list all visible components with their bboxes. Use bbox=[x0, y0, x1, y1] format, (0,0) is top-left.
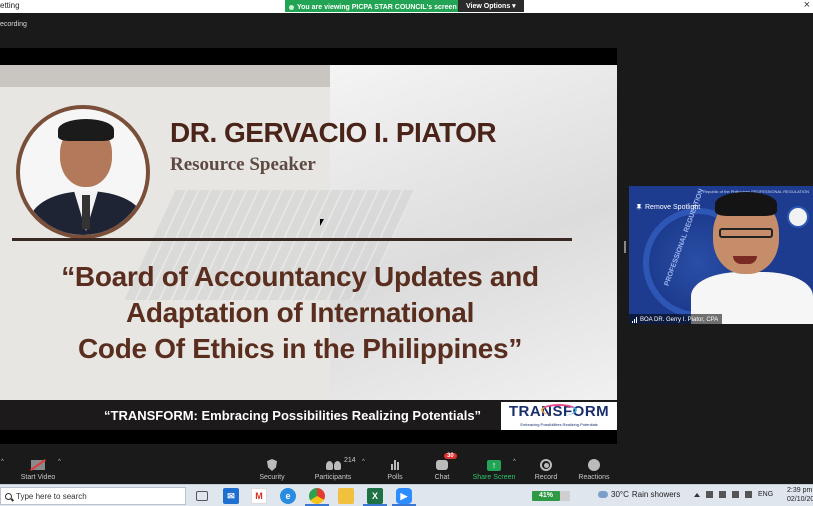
logo-subtitle: Embracing Possibilities Realizing Potent… bbox=[520, 422, 598, 427]
video-off-icon bbox=[31, 460, 45, 470]
remove-spotlight-button[interactable]: Remove Spotlight bbox=[636, 204, 700, 211]
meeting-area: ecording DR. GERVACIO I. PIATOR Resource… bbox=[0, 13, 813, 454]
talk-title-line: Code Of Ethics in the Philippines” bbox=[77, 333, 523, 364]
zoom-icon[interactable]: ▶ bbox=[396, 488, 412, 504]
presentation-slide: DR. GERVACIO I. PIATOR Resource Speaker … bbox=[0, 65, 617, 430]
participants-icon bbox=[325, 460, 341, 470]
participant-hair bbox=[715, 192, 777, 216]
board-badge-icon bbox=[787, 206, 809, 228]
mail-icon[interactable]: ✉ bbox=[223, 488, 239, 504]
spotlight-video-tile[interactable]: PROFESSIONAL REGULATION Republic of the … bbox=[629, 186, 813, 324]
polls-icon bbox=[391, 460, 399, 470]
participants-options-caret[interactable]: ^ bbox=[362, 459, 365, 465]
chat-icon bbox=[436, 460, 448, 470]
recording-indicator: ecording bbox=[0, 21, 27, 28]
panel-resize-handle[interactable] bbox=[624, 241, 626, 253]
taskbar-clock[interactable]: 2:39 pm 02/10/20 bbox=[787, 486, 813, 504]
record-button[interactable]: Record bbox=[530, 454, 562, 484]
volume-icon[interactable] bbox=[745, 491, 752, 498]
pin-icon bbox=[636, 204, 642, 211]
search-placeholder: Type here to search bbox=[16, 491, 87, 501]
talk-title: “Board of Accountancy Updates and Adapta… bbox=[20, 259, 580, 367]
reactions-icon bbox=[588, 459, 600, 471]
screen-share-banner: You are viewing PICPA STAR COUNCIL's scr… bbox=[285, 0, 463, 12]
weather-widget[interactable]: 30°C Rain showers bbox=[598, 490, 680, 499]
excel-icon[interactable]: X bbox=[367, 488, 383, 504]
theme-text: “TRANSFORM: Embracing Possibilities Real… bbox=[104, 408, 482, 423]
security-button[interactable]: Security bbox=[252, 454, 292, 484]
file-explorer-icon[interactable] bbox=[338, 488, 354, 504]
speaker-name: DR. GERVACIO I. PIATOR bbox=[170, 117, 497, 148]
meeting-toolbar: ^ Start Video ^ Security Participants 21… bbox=[0, 453, 813, 484]
portrait-hair bbox=[58, 119, 114, 141]
polls-label: Polls bbox=[387, 474, 403, 481]
clock-time: 2:39 pm bbox=[787, 487, 813, 494]
share-screen-icon: ↑ bbox=[487, 459, 501, 471]
gmail-icon[interactable]: M bbox=[251, 488, 267, 504]
view-options-button[interactable]: View Options ▾ bbox=[458, 0, 524, 12]
taskbar-search-box[interactable]: Type here to search bbox=[0, 487, 186, 505]
participant-name-tag: BOA DR. Gerry I. Piator, CPA bbox=[629, 314, 723, 324]
share-screen-button[interactable]: ↑ Share Screen bbox=[470, 454, 518, 484]
weather-description: Rain showers bbox=[631, 490, 681, 499]
close-icon[interactable]: × bbox=[804, 0, 810, 11]
microphone-icon[interactable] bbox=[706, 491, 713, 498]
shield-icon bbox=[267, 459, 277, 471]
language-indicator[interactable]: ENG bbox=[758, 491, 773, 498]
window-title: etting bbox=[0, 1, 20, 10]
participants-count: 214 bbox=[344, 457, 356, 464]
record-label: Record bbox=[534, 474, 558, 481]
clock-date: 02/10/20 bbox=[787, 496, 813, 503]
rain-icon bbox=[598, 491, 608, 498]
talk-title-line: “Board of Accountancy Updates and bbox=[61, 261, 539, 292]
record-icon bbox=[540, 459, 552, 471]
reactions-label: Reactions bbox=[578, 474, 610, 481]
network-icon[interactable] bbox=[732, 491, 739, 498]
participants-label: Participants bbox=[314, 474, 352, 481]
polls-button[interactable]: Polls bbox=[380, 454, 410, 484]
windows-taskbar: Type here to search ✉ M e X ▶ 41% 30°C R… bbox=[0, 484, 813, 506]
reactions-button[interactable]: Reactions bbox=[574, 454, 614, 484]
shared-screen: DR. GERVACIO I. PIATOR Resource Speaker … bbox=[0, 48, 617, 444]
chat-label: Chat bbox=[434, 474, 450, 481]
share-options-caret[interactable]: ^ bbox=[513, 459, 516, 465]
battery-remaining-bar bbox=[560, 491, 570, 501]
security-label: Security bbox=[259, 474, 285, 481]
speaker-role: Resource Speaker bbox=[170, 154, 316, 175]
chrome-icon[interactable] bbox=[309, 488, 325, 504]
video-options-caret[interactable]: ^ bbox=[58, 459, 61, 465]
logo-swirl-icon bbox=[541, 404, 577, 416]
system-tray: ENG bbox=[694, 491, 773, 498]
show-hidden-icons-icon[interactable] bbox=[694, 492, 700, 497]
chat-unread-badge: 30 bbox=[444, 453, 457, 459]
start-video-label: Start Video bbox=[20, 474, 56, 481]
participant-glasses bbox=[719, 228, 773, 238]
slide-divider bbox=[12, 238, 572, 241]
audio-options-caret[interactable]: ^ bbox=[1, 459, 4, 465]
signal-strength-icon bbox=[632, 316, 637, 323]
portrait-tie bbox=[82, 195, 90, 229]
screen-share-banner-text: You are viewing PICPA STAR COUNCIL's scr… bbox=[297, 3, 457, 11]
transform-logo: TRANSFORM Embracing Possibilities Realiz… bbox=[501, 402, 617, 430]
weather-temperature: 30°C bbox=[611, 490, 629, 499]
battery-level[interactable]: 41% bbox=[532, 491, 560, 501]
share-screen-label: Share Screen bbox=[472, 474, 516, 481]
task-view-icon[interactable] bbox=[196, 491, 208, 501]
talk-title-line: Adaptation of International bbox=[125, 297, 475, 328]
speaker-portrait bbox=[16, 105, 150, 239]
edge-icon[interactable]: e bbox=[280, 488, 296, 504]
mouse-cursor-icon bbox=[320, 219, 324, 226]
remove-spotlight-label: Remove Spotlight bbox=[645, 204, 701, 211]
sharing-indicator-icon bbox=[289, 4, 294, 10]
start-video-button[interactable]: Start Video bbox=[18, 454, 58, 484]
participant-name: BOA DR. Gerry I. Piator, CPA bbox=[640, 316, 719, 323]
battery-icon[interactable] bbox=[719, 491, 726, 498]
search-icon bbox=[5, 492, 12, 500]
